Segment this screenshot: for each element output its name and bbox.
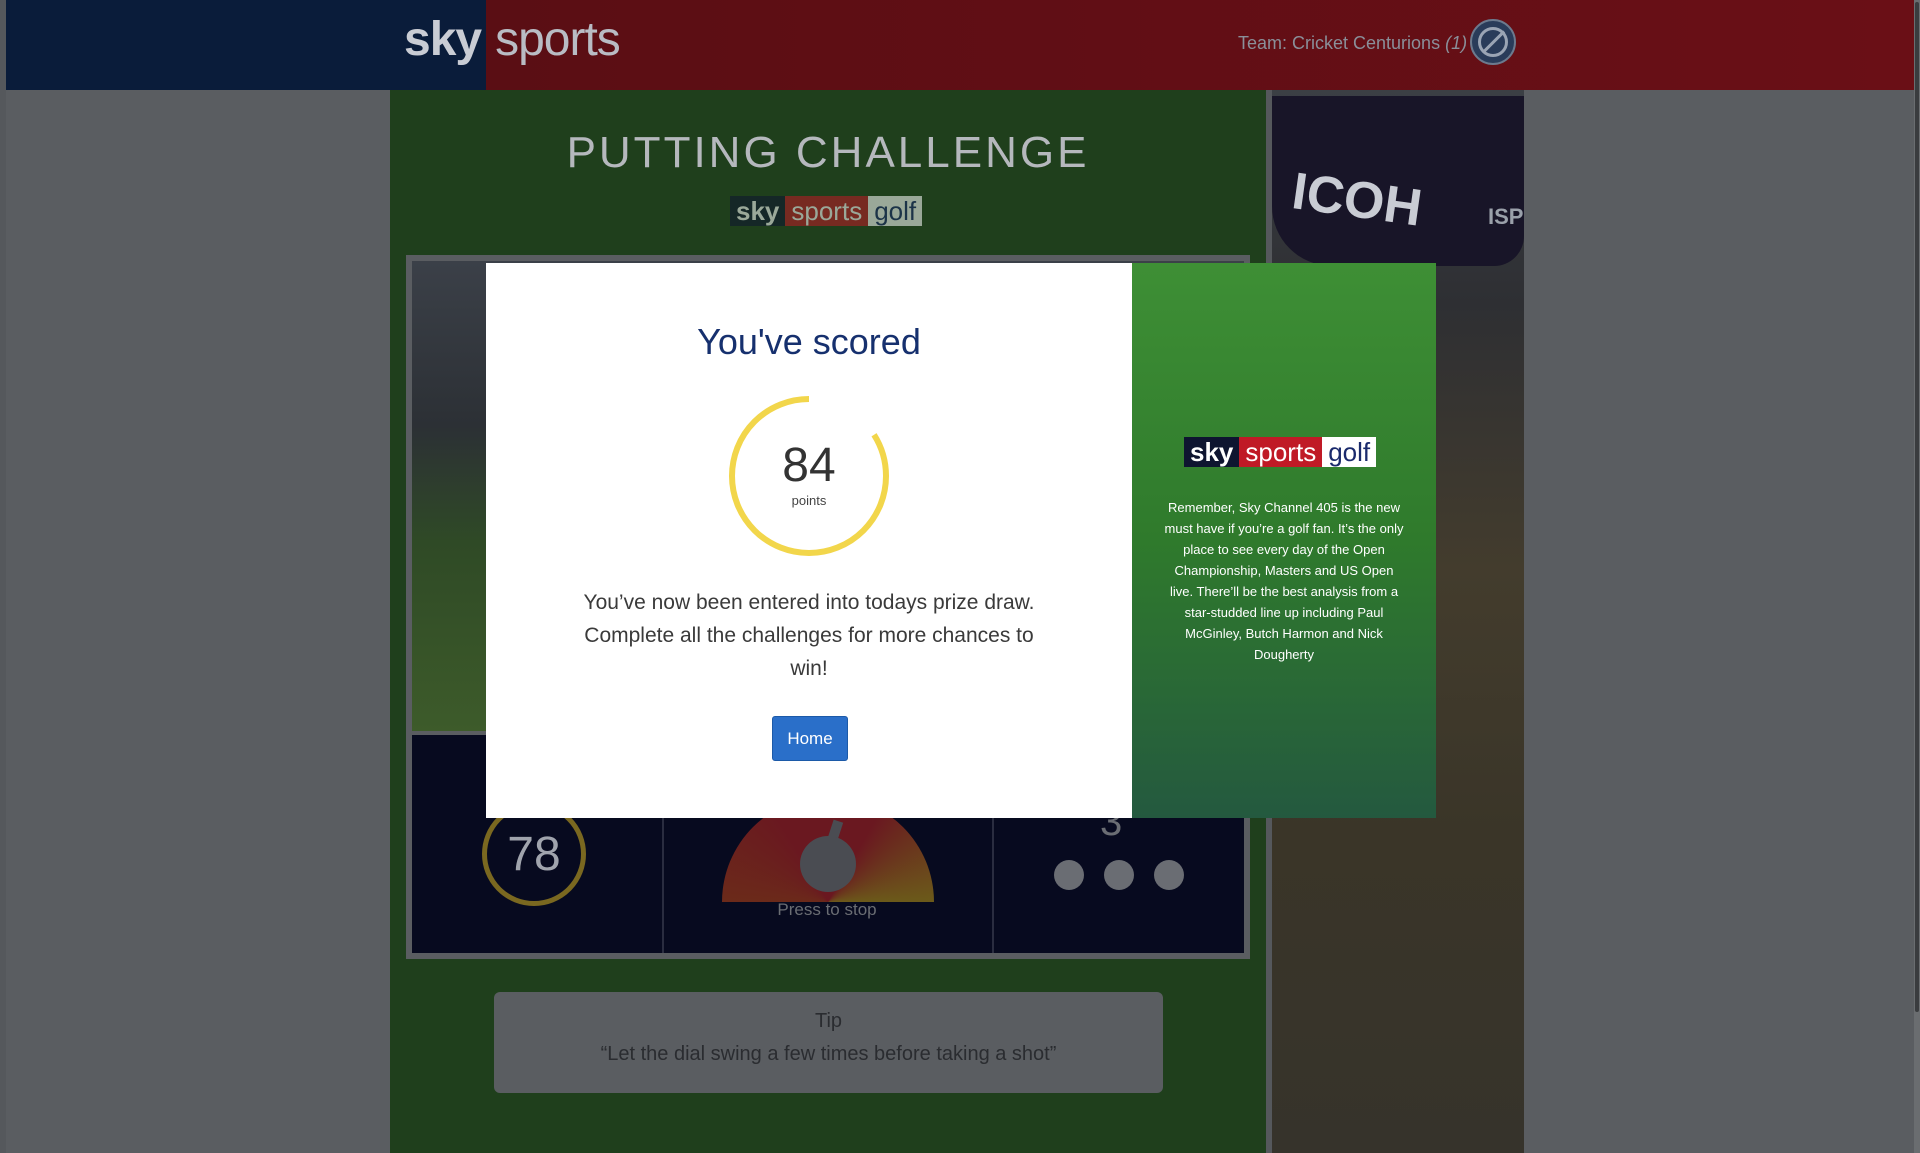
tip-box: Tip “Let the dial swing a few times befo… <box>494 992 1163 1093</box>
no-entry-icon <box>1478 27 1508 57</box>
sky-sports-golf-logo: sky sports golf <box>730 196 923 226</box>
shot-dot <box>1054 860 1084 890</box>
promo-brand-sports: sports <box>1239 437 1323 467</box>
right-backdrop <box>1524 90 1914 1153</box>
site-header: sky sports Team: Cricket Centurions (1) <box>6 0 1914 90</box>
left-backdrop <box>6 90 390 1153</box>
brand-sports: sports <box>785 196 869 226</box>
tip-title: Tip <box>814 1010 843 1032</box>
promo-text: Remember, Sky Channel 405 is the new mus… <box>1164 500 1404 662</box>
brand-sky: sky <box>730 196 786 226</box>
team-label: Team: Cricket Centurions (1) <box>1238 33 1467 54</box>
promo-brand-sky: sky <box>1184 437 1240 467</box>
promo-panel: sky sports golf Remember, Sky Channel 405 … <box>1132 263 1436 818</box>
score-unit: points <box>791 493 827 508</box>
brand-golf: golf <box>868 196 923 226</box>
scored-title: You've scored <box>697 321 921 362</box>
promo-sky-sports-golf-logo: sky sports golf <box>1184 437 1377 467</box>
challenge-title: PUTTING CHALLENGE <box>566 128 1090 177</box>
prize-draw-message: You’ve now been entered into todays priz… <box>583 591 1035 680</box>
team-name: Team: Cricket Centurions <box>1238 33 1441 53</box>
shot-dot <box>1154 860 1184 890</box>
scrollbar-thumb[interactable] <box>1915 2 1919 1012</box>
promo-brand-golf: golf <box>1322 437 1377 467</box>
sky-sports-logo[interactable]: sky sports <box>404 12 621 67</box>
logo-sports-text: sports <box>495 13 621 66</box>
team-count: (1) <box>1445 33 1468 53</box>
score-panel: You've scored 84 points You’ve now been … <box>486 263 1132 818</box>
logo-sky-text: sky <box>404 13 482 66</box>
shot-dot <box>1104 860 1134 890</box>
press-to-stop-label: Press to stop <box>777 900 877 919</box>
score-modal: You've scored 84 points You’ve now been … <box>486 263 1436 818</box>
home-button[interactable]: Home <box>772 716 848 761</box>
dial-knob <box>800 836 856 892</box>
tip-text: “Let the dial swing a few times before t… <box>600 1043 1057 1065</box>
team-avatar[interactable] <box>1470 19 1516 65</box>
score-value: 84 <box>782 439 836 492</box>
